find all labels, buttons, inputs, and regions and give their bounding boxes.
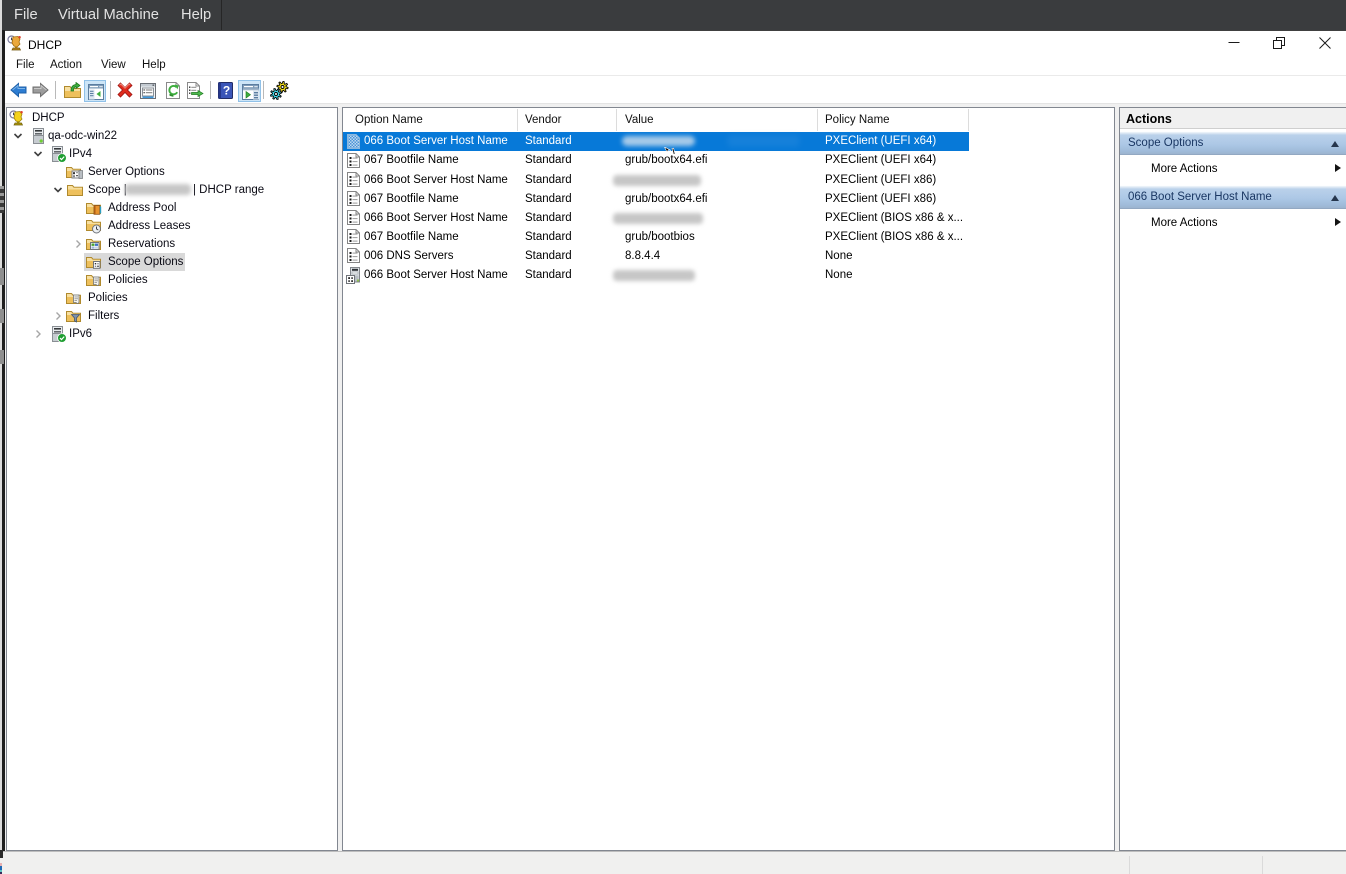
svg-text:?: ?	[223, 84, 230, 98]
